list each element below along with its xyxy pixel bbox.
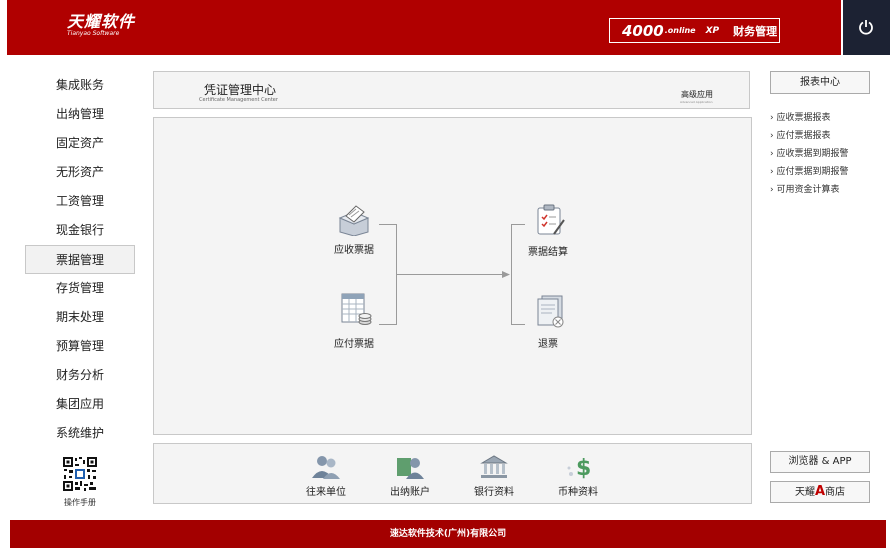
bottom-item-partners-label: 往来单位 xyxy=(306,487,346,498)
power-icon xyxy=(859,20,873,35)
qr-code-icon[interactable] xyxy=(62,456,98,492)
refund-bill-label: 退票 xyxy=(538,339,558,350)
report-link-payable-alert[interactable]: › 应付票据到期报警 xyxy=(770,164,848,177)
bill-settlement-button[interactable]: 票据结算 xyxy=(522,204,574,258)
logo-subtext: Tianyao Software xyxy=(67,30,120,37)
sidebar-item-system-maintenance[interactable]: 系统维护 xyxy=(25,419,135,448)
sidebar-item-budget[interactable]: 预算管理 xyxy=(25,332,135,361)
bottom-item-cash-account[interactable]: 出纳账户 xyxy=(384,454,436,498)
shop-prefix: 天耀 xyxy=(794,487,815,498)
sidebar-item-intangible-assets[interactable]: 无形资产 xyxy=(25,158,135,187)
product-online: .online xyxy=(664,26,696,35)
bottom-item-bank-info[interactable]: 银行资料 xyxy=(468,454,520,498)
people-icon xyxy=(312,456,340,479)
receivable-bill-label: 应收票据 xyxy=(334,245,374,256)
sidebar-item-financial-analysis[interactable]: 财务分析 xyxy=(25,361,135,390)
power-button[interactable] xyxy=(843,0,890,55)
product-xp: XP xyxy=(705,25,720,36)
logo-text: 天耀软件 xyxy=(67,12,136,31)
report-link-label: 应付票据报表 xyxy=(776,131,831,141)
bottom-item-cash-account-label: 出纳账户 xyxy=(390,487,430,498)
report-link-receivable-alert[interactable]: › 应收票据到期报警 xyxy=(770,146,848,159)
bank-icon xyxy=(480,455,508,478)
sidebar-item-integrated-accounting[interactable]: 集成账务 xyxy=(25,71,135,100)
app-store-button[interactable]: 天耀A商店 xyxy=(770,481,870,503)
manual-label[interactable]: 操作手册 xyxy=(56,497,104,508)
receivable-bill-button[interactable]: 应收票据 xyxy=(328,204,380,256)
footer-company: 速达软件技术(广州)有限公司 xyxy=(10,520,886,548)
payable-bill-label: 应付票据 xyxy=(334,339,374,350)
title-panel: 凭证管理中心 Certificate Management Center 高级应… xyxy=(153,71,750,109)
report-link-available-funds[interactable]: › 可用资金计算表 xyxy=(770,182,839,195)
sidebar-item-cashier[interactable]: 出纳管理 xyxy=(25,100,135,129)
bottom-item-partners[interactable]: 往来单位 xyxy=(300,454,352,498)
sidebar-item-fixed-assets[interactable]: 固定资产 xyxy=(25,129,135,158)
browser-app-button[interactable]: 浏览器 & APP xyxy=(770,451,870,473)
payable-bill-button[interactable]: 应付票据 xyxy=(328,292,380,350)
bottom-item-currency-info[interactable]: $ 币种资料 xyxy=(552,454,604,498)
sidebar-item-group-application[interactable]: 集团应用 xyxy=(25,390,135,419)
bill-settlement-label: 票据结算 xyxy=(528,247,568,258)
page-title: 凭证管理中心 xyxy=(204,83,277,97)
connector-line xyxy=(379,324,397,325)
refund-bill-button[interactable]: 退票 xyxy=(522,292,574,350)
settlement-checklist-icon xyxy=(537,204,565,235)
sidebar-item-cash-bank[interactable]: 现金银行 xyxy=(25,216,135,245)
currency-icon: $ xyxy=(567,456,591,481)
payable-ledger-icon xyxy=(341,293,372,325)
advanced-application-link[interactable]: 高级应用 xyxy=(681,89,713,100)
sidebar-item-inventory[interactable]: 存货管理 xyxy=(25,274,135,303)
brand-logo: 天耀软件 Tianyao Software xyxy=(67,14,135,38)
svg-text:$: $ xyxy=(576,456,591,480)
report-link-label: 应收票据报表 xyxy=(776,113,831,123)
sidebar-item-period-end[interactable]: 期末处理 xyxy=(25,303,135,332)
product-badge: 4000 .online XP 财务管理 xyxy=(609,18,780,43)
connector-line xyxy=(396,274,506,275)
connector-line xyxy=(379,224,397,225)
account-icon xyxy=(397,458,424,479)
sidebar-item-bill-management[interactable]: 票据管理 xyxy=(25,245,135,274)
receivable-box-icon xyxy=(338,205,370,237)
bottom-item-bank-info-label: 银行资料 xyxy=(474,487,514,498)
top-header: 天耀软件 Tianyao Software 4000 .online XP 财务… xyxy=(7,0,841,55)
report-center-button[interactable]: 报表中心 xyxy=(770,71,870,94)
page-subtitle: Certificate Management Center xyxy=(199,97,278,103)
product-number: 4000 xyxy=(622,21,664,40)
report-link-label: 应付票据到期报警 xyxy=(776,167,849,177)
product-name: 财务管理 xyxy=(733,24,778,38)
flow-panel xyxy=(153,117,752,435)
report-link-payable[interactable]: › 应付票据报表 xyxy=(770,128,830,141)
connector-line xyxy=(511,224,512,325)
bottom-item-currency-info-label: 币种资料 xyxy=(558,487,598,498)
flow-arrow-icon xyxy=(502,271,510,278)
sidebar-item-payroll[interactable]: 工资管理 xyxy=(25,187,135,216)
bottom-shortcut-panel xyxy=(153,443,752,504)
report-link-label: 应收票据到期报警 xyxy=(776,149,849,159)
report-link-label: 可用资金计算表 xyxy=(776,185,840,195)
refund-document-icon xyxy=(537,295,564,328)
advanced-application-sub: Advanced Application xyxy=(680,100,713,104)
shop-suffix: 商店 xyxy=(825,487,846,498)
report-link-receivable[interactable]: › 应收票据报表 xyxy=(770,110,830,123)
shop-a-logo: A xyxy=(814,484,826,499)
